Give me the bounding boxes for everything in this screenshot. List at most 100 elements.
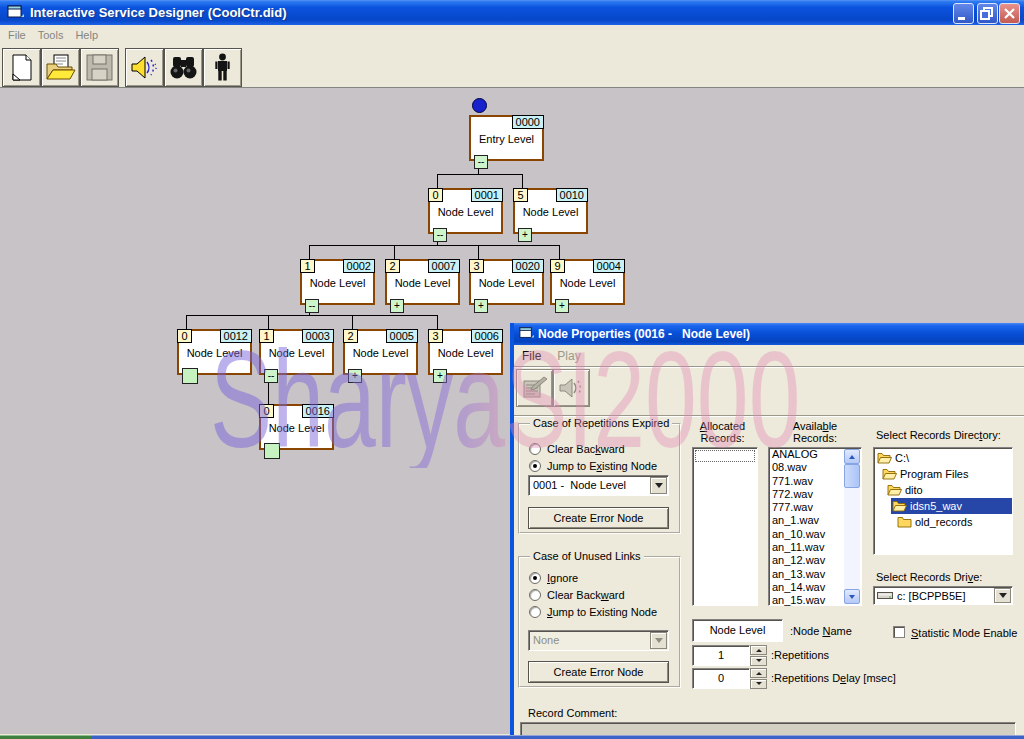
radio-label: Jump to Existing Node bbox=[547, 460, 657, 472]
connector-line bbox=[352, 315, 353, 329]
tree-node-0002[interactable]: Node Level00021-- bbox=[300, 259, 375, 305]
main-toolbar bbox=[0, 45, 1024, 87]
repetitions-field[interactable]: 1 bbox=[692, 645, 750, 666]
radio-jump-to-existing[interactable] bbox=[529, 460, 541, 472]
person-button[interactable] bbox=[203, 48, 242, 87]
tree-node-0000[interactable]: Entry Level0000-- bbox=[469, 115, 544, 161]
radio-clear-backward-2[interactable] bbox=[529, 589, 541, 601]
directory-item[interactable]: dito bbox=[874, 482, 1012, 498]
start-button[interactable] bbox=[0, 735, 92, 739]
available-records-list[interactable]: ANALOG08.wav771.wav772.wav777.wavan_1.wa… bbox=[768, 447, 862, 606]
repetitions-delay-label: :Repetitions Delay [msec] bbox=[771, 672, 896, 684]
repetitions-delay-down-button[interactable] bbox=[750, 679, 767, 689]
maximize-button[interactable] bbox=[977, 3, 998, 24]
available-record-item[interactable]: an_13.wav bbox=[769, 568, 845, 581]
node-port[interactable]: + bbox=[348, 369, 362, 383]
node-port[interactable]: -- bbox=[305, 299, 319, 313]
allocated-records-list[interactable] bbox=[692, 447, 758, 606]
repetitions-delay-field[interactable]: 0 bbox=[692, 668, 750, 689]
tree-node-0020[interactable]: Node Level00203+ bbox=[469, 259, 544, 305]
radio-clear-backward[interactable] bbox=[529, 443, 541, 455]
unused-links-combobox[interactable]: None bbox=[528, 630, 669, 651]
jump-node-combobox[interactable]: 0001 - Node Level bbox=[528, 475, 669, 496]
speaker-button[interactable] bbox=[125, 48, 164, 87]
combo-dropdown-button[interactable] bbox=[994, 588, 1011, 603]
dialog-menu-file[interactable]: File bbox=[514, 346, 549, 363]
dialog-titlebar: Node Properties (0016 - Node Level) bbox=[514, 323, 1024, 345]
node-port[interactable] bbox=[182, 368, 198, 384]
radio-jump-to-existing-2[interactable] bbox=[529, 606, 541, 618]
combo-dropdown-button[interactable] bbox=[650, 477, 667, 494]
node-port[interactable]: -- bbox=[264, 369, 278, 383]
dialog-play-speaker-button[interactable] bbox=[553, 369, 590, 407]
close-button[interactable] bbox=[999, 3, 1020, 24]
node-port[interactable] bbox=[264, 443, 280, 459]
node-id: 0004 bbox=[593, 259, 625, 273]
available-record-item[interactable]: ANALOG bbox=[769, 448, 845, 461]
radio-ignore[interactable] bbox=[529, 572, 541, 584]
node-port[interactable]: + bbox=[555, 299, 569, 313]
available-record-item[interactable]: an_14.wav bbox=[769, 581, 845, 594]
available-record-item[interactable]: an_1.wav bbox=[769, 514, 845, 527]
tree-node-0016[interactable]: Node Level00160 bbox=[259, 404, 334, 450]
node-port[interactable]: + bbox=[390, 299, 404, 313]
menu-tools[interactable]: Tools bbox=[32, 25, 70, 41]
tree-node-0005[interactable]: Node Level00052+ bbox=[343, 329, 418, 375]
taskbar[interactable] bbox=[0, 735, 1024, 739]
node-label: Node Level bbox=[302, 277, 373, 289]
save-floppy-button[interactable] bbox=[80, 48, 119, 87]
node-port[interactable]: + bbox=[518, 228, 532, 242]
dialog-record-note-button[interactable] bbox=[516, 369, 553, 407]
tree-node-0007[interactable]: Node Level00072+ bbox=[385, 259, 460, 305]
available-record-item[interactable]: an_10.wav bbox=[769, 528, 845, 541]
available-record-item[interactable]: 771.wav bbox=[769, 475, 845, 488]
tree-node-0010[interactable]: Node Level00105+ bbox=[513, 188, 588, 234]
directory-item[interactable]: idsn5_wav bbox=[874, 498, 1012, 514]
available-record-item[interactable]: an_11.wav bbox=[769, 541, 845, 554]
create-error-node-button[interactable]: Create Error Node bbox=[528, 507, 669, 529]
dialog-menu-play[interactable]: Play bbox=[549, 346, 588, 363]
node-port[interactable]: + bbox=[433, 369, 447, 383]
directory-item[interactable]: old_records bbox=[874, 514, 1012, 530]
repetitions-up-button[interactable] bbox=[750, 645, 767, 655]
connector-line bbox=[437, 174, 523, 175]
node-port[interactable]: -- bbox=[474, 155, 488, 169]
node-port[interactable]: + bbox=[474, 299, 488, 313]
directory-list[interactable]: C:\Program Filesditoidsn5_wavold_records bbox=[873, 447, 1013, 555]
node-name-field[interactable]: Node Level bbox=[692, 619, 783, 642]
available-record-item[interactable]: an_15.wav bbox=[769, 594, 845, 607]
connector-line bbox=[186, 315, 187, 329]
tree-node-0001[interactable]: Node Level00010-- bbox=[428, 188, 503, 234]
available-record-item[interactable]: 777.wav bbox=[769, 501, 845, 514]
scrollbar[interactable] bbox=[844, 449, 860, 604]
node-port[interactable]: -- bbox=[433, 228, 447, 242]
tree-node-0004[interactable]: Node Level00049+ bbox=[550, 259, 625, 305]
binoculars-button[interactable] bbox=[164, 48, 203, 87]
statistic-mode-checkbox[interactable] bbox=[893, 626, 905, 638]
folder-open-icon bbox=[877, 452, 895, 464]
drive-combobox[interactable]: c: [BCPPB5E] bbox=[873, 586, 1013, 605]
directory-item[interactable]: C:\ bbox=[874, 450, 1012, 466]
repetitions-delay-up-button[interactable] bbox=[750, 668, 767, 678]
available-record-item[interactable]: 08.wav bbox=[769, 461, 845, 474]
combo-dropdown-button[interactable] bbox=[650, 632, 667, 649]
directory-item[interactable]: Program Files bbox=[874, 466, 1012, 482]
open-folder-button[interactable] bbox=[41, 48, 80, 87]
menu-file[interactable]: File bbox=[2, 25, 32, 41]
tree-node-0012[interactable]: Node Level00120 bbox=[177, 329, 252, 375]
scroll-up-button[interactable] bbox=[844, 449, 860, 464]
scroll-thumb[interactable] bbox=[844, 464, 860, 488]
minimize-button[interactable] bbox=[953, 3, 974, 24]
available-record-item[interactable]: 772.wav bbox=[769, 488, 845, 501]
combo-value: 0001 - Node Level bbox=[533, 479, 626, 491]
tree-node-0006[interactable]: Node Level00063+ bbox=[428, 329, 503, 375]
repetitions-down-button[interactable] bbox=[750, 656, 767, 666]
available-record-item[interactable]: an_12.wav bbox=[769, 554, 845, 567]
statistic-mode-label: Statistic Mode Enable bbox=[911, 627, 1017, 639]
scroll-down-button[interactable] bbox=[844, 589, 860, 604]
tree-node-0003[interactable]: Node Level00031-- bbox=[259, 329, 334, 375]
node-id: 0001 bbox=[471, 188, 503, 202]
create-error-node-button-2[interactable]: Create Error Node bbox=[528, 661, 669, 683]
new-document-button[interactable] bbox=[2, 48, 41, 87]
menu-help[interactable]: Help bbox=[69, 25, 104, 41]
